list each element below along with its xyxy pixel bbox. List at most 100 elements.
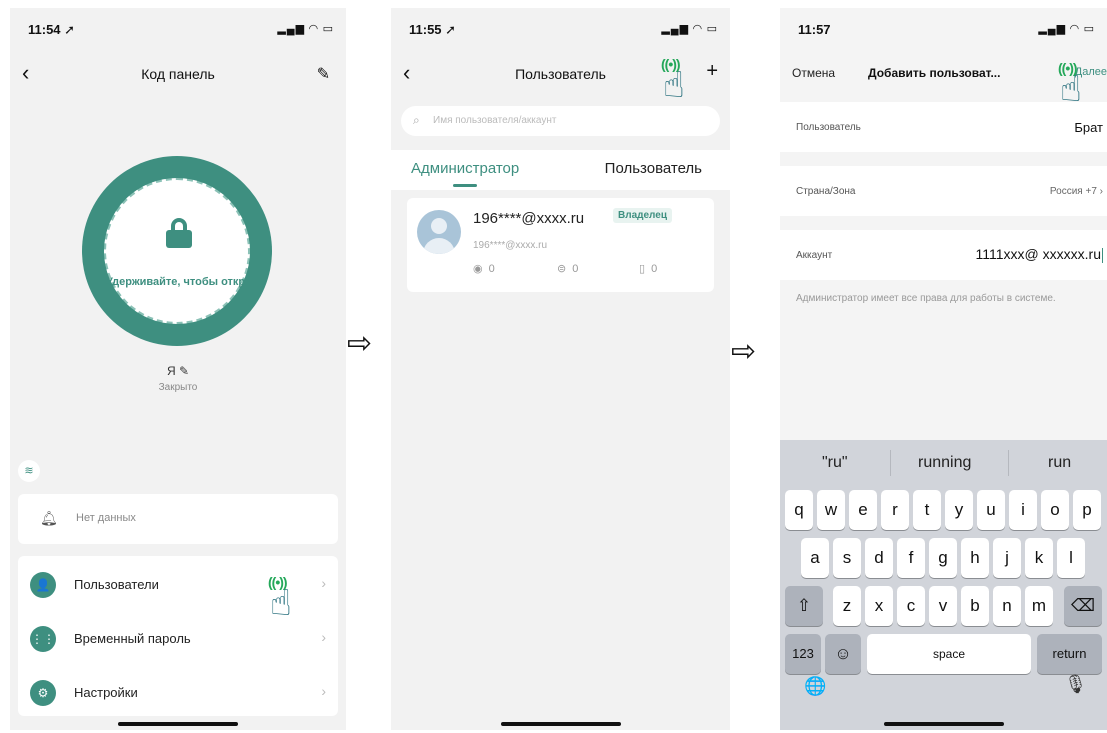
unlock-ring[interactable]: Удерживайте, чтобы открыть xyxy=(82,156,272,346)
card-icon: ⊜ xyxy=(557,263,567,275)
search-bar[interactable]: ⌕ Имя пользователя/аккаунт xyxy=(401,106,720,136)
credential-stats: ◉ 0 ⊜ 0 ▯ 0 xyxy=(473,262,704,278)
key-u[interactable]: u xyxy=(977,490,1005,530)
country-value[interactable]: Россия +7 › xyxy=(1050,186,1103,197)
settings-icon: ⚙ xyxy=(30,680,56,706)
tab-user[interactable]: Пользователь xyxy=(605,160,702,177)
status-time: 11:55 ➚ xyxy=(409,22,457,37)
add-user-button[interactable]: + xyxy=(706,60,718,83)
key-t[interactable]: t xyxy=(913,490,941,530)
wifi-icon: ≋ xyxy=(18,460,40,482)
edit-pencil-icon[interactable]: ✎ xyxy=(317,64,330,84)
key-h[interactable]: h xyxy=(961,538,989,578)
key-e[interactable]: e xyxy=(849,490,877,530)
home-indicator xyxy=(118,722,238,726)
arrow-right-icon: ⇨ xyxy=(731,335,757,368)
notification-card[interactable]: 🔔︎ Нет данных xyxy=(18,494,338,544)
bell-icon: 🔔︎ xyxy=(40,510,58,526)
key-g[interactable]: g xyxy=(929,538,957,578)
key-l[interactable]: l xyxy=(1057,538,1085,578)
account-field[interactable]: 1111xxx@ xxxxxx.ru xyxy=(976,246,1103,263)
key-w[interactable]: w xyxy=(817,490,845,530)
lock-icon xyxy=(166,218,192,248)
status-bar: 11:54 ➚ ▂▄▆ ◠ ▭ xyxy=(28,22,334,42)
suggestion-item[interactable]: "ru" xyxy=(822,454,848,472)
key-d[interactable]: d xyxy=(865,538,893,578)
user-name-value[interactable]: Брат xyxy=(1074,120,1103,135)
country-label: Страна/Зона xyxy=(796,186,856,197)
status-time: 11:57 xyxy=(798,22,831,37)
password-stat: ▯ 0 xyxy=(639,263,658,275)
status-bar: 11:55 ➚ ▂▄▆ ◠ ▭ xyxy=(409,22,718,42)
key-o[interactable]: o xyxy=(1041,490,1069,530)
signal-wifi-battery-icon: ▂▄▆ ◠ ▭ xyxy=(661,23,718,35)
status-time: 11:54 ➚ xyxy=(28,22,76,37)
key-s[interactable]: s xyxy=(833,538,861,578)
keyboard-bottom-bar: 🌐 🎙 xyxy=(780,666,1107,730)
tap-hand-icon: ((•)) ☝ xyxy=(268,574,292,623)
globe-icon[interactable]: 🌐 xyxy=(804,676,826,697)
menu-item-label: Настройки xyxy=(74,685,138,700)
key-i[interactable]: i xyxy=(1009,490,1037,530)
account-row[interactable]: Аккаунт 1111xxx@ xxxxxx.ru xyxy=(780,230,1107,280)
country-row[interactable]: Страна/Зона Россия +7 › xyxy=(780,166,1107,216)
signal-wifi-battery-icon: ▂▄▆ ◠ ▭ xyxy=(277,23,334,35)
card-stat: ⊜ 0 xyxy=(557,263,579,275)
menu-item-label: Пользователи xyxy=(74,577,159,592)
key-z[interactable]: z xyxy=(833,586,861,626)
add-user-screen: 11:57 ▂▄▆ ◠ ▭ Отмена Добавить пользоват.… xyxy=(780,8,1107,730)
home-indicator xyxy=(500,722,621,726)
hold-to-open-text: Удерживайте, чтобы открыть xyxy=(106,276,248,288)
user-icon: 👤 xyxy=(30,572,56,598)
key-x[interactable]: x xyxy=(865,586,893,626)
tap-hand-icon: ((•)) ☝ xyxy=(661,56,685,105)
suggestion-item[interactable]: run xyxy=(1048,454,1071,472)
page-title: Код панель xyxy=(141,66,215,82)
user-name-label[interactable]: Я ✎ xyxy=(10,364,346,378)
user-name-label: Пользователь xyxy=(796,122,861,133)
cancel-button[interactable]: Отмена xyxy=(792,66,835,80)
menu-item-label: Временный пароль xyxy=(74,631,191,646)
home-indicator xyxy=(883,722,1004,726)
signal-wifi-battery-icon: ▂▄▆ ◠ ▭ xyxy=(1038,23,1095,35)
unlock-ring-inner[interactable]: Удерживайте, чтобы открыть xyxy=(104,178,250,324)
key-n[interactable]: n xyxy=(993,586,1021,626)
key-a[interactable]: a xyxy=(801,538,829,578)
tab-administrator[interactable]: Администратор xyxy=(411,160,519,177)
keyboard: "ru" running run q w e r t y u i o p a s… xyxy=(780,440,1107,730)
key-y[interactable]: y xyxy=(945,490,973,530)
no-data-label: Нет данных xyxy=(76,512,136,524)
key-k[interactable]: k xyxy=(1025,538,1053,578)
delete-key[interactable]: ⌫ xyxy=(1064,586,1102,626)
owner-badge: Владелец xyxy=(613,208,672,223)
user-name-row[interactable]: Пользователь Брат xyxy=(780,102,1107,152)
chevron-right-icon: › xyxy=(321,575,326,591)
arrow-right-icon: ⇨ xyxy=(347,327,373,360)
microphone-icon[interactable]: 🎙 xyxy=(1064,674,1087,695)
key-p[interactable]: p xyxy=(1073,490,1101,530)
menu-item-settings[interactable]: ⚙ Настройки › xyxy=(18,668,338,720)
user-account: 196****@xxxx.ru xyxy=(473,210,585,227)
keypad-icon: ⋮⋮ xyxy=(30,626,56,652)
key-m[interactable]: m xyxy=(1025,586,1053,626)
user-card[interactable]: 196****@xxxx.ru Владелец 196****@xxxx.ru… xyxy=(407,198,714,292)
page-title: Добавить пользоват... xyxy=(868,66,1001,80)
avatar xyxy=(417,210,461,254)
users-screen: 11:55 ➚ ▂▄▆ ◠ ▭ ‹ Пользователь + ((•)) ☝… xyxy=(391,8,730,730)
suggestion-bar: "ru" running run xyxy=(780,440,1107,486)
key-r[interactable]: r xyxy=(881,490,909,530)
key-v[interactable]: v xyxy=(929,586,957,626)
shift-key[interactable]: ⇧ xyxy=(785,586,823,626)
key-q[interactable]: q xyxy=(785,490,813,530)
suggestion-item[interactable]: running xyxy=(918,454,971,472)
active-tab-indicator xyxy=(453,184,477,187)
key-b[interactable]: b xyxy=(961,586,989,626)
fingerprint-icon: ◉ xyxy=(473,263,483,275)
chevron-right-icon: › xyxy=(321,629,326,645)
status-bar: 11:57 ▂▄▆ ◠ ▭ xyxy=(798,22,1095,42)
key-c[interactable]: c xyxy=(897,586,925,626)
user-type-tabs: Администратор Пользователь xyxy=(391,150,730,190)
key-j[interactable]: j xyxy=(993,538,1021,578)
lock-state-label: Закрыто xyxy=(158,382,198,393)
key-f[interactable]: f xyxy=(897,538,925,578)
